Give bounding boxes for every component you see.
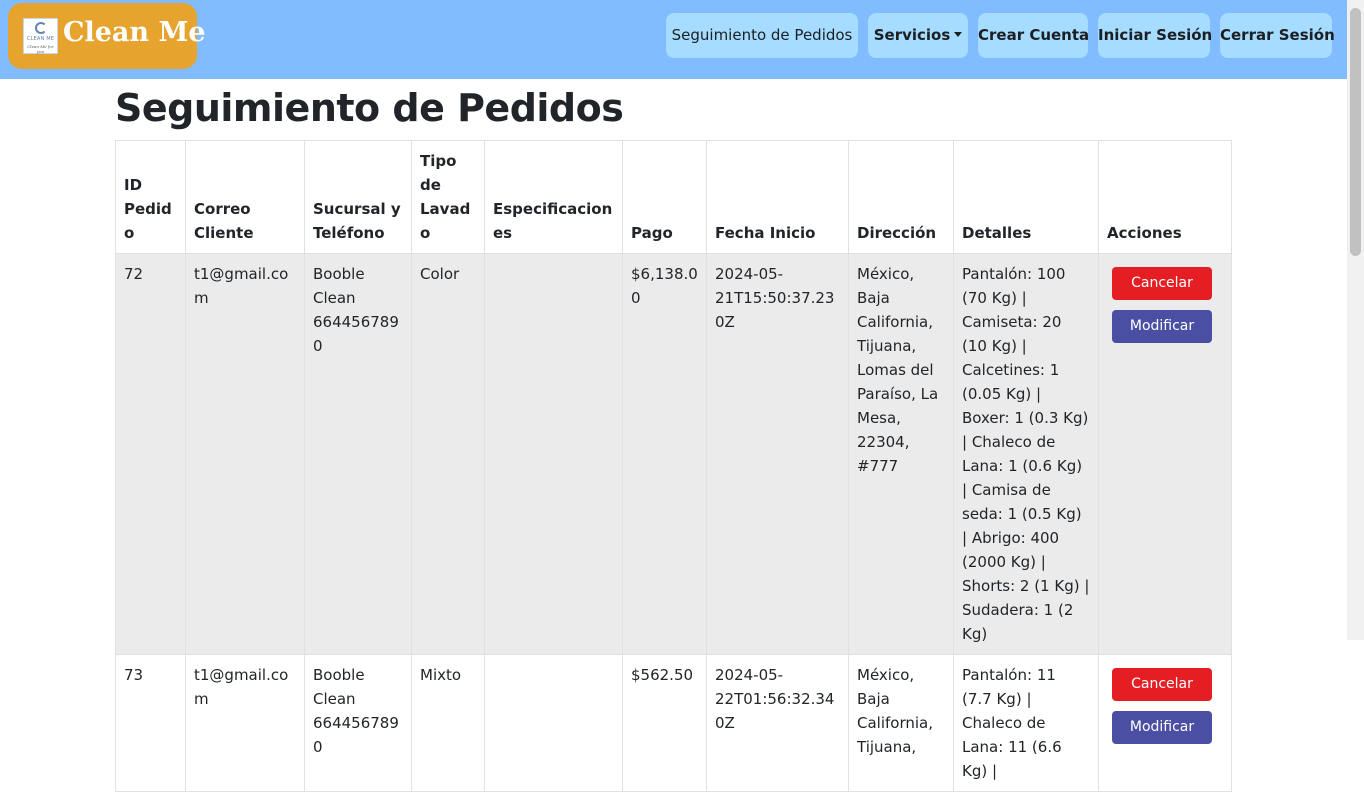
cell-pago: $562.50 bbox=[622, 654, 707, 792]
cell-tipo: Color bbox=[411, 253, 485, 655]
table-header-row: ID Pedido Correo Cliente Sucursal y Telé… bbox=[115, 140, 1232, 254]
clean-me-logo-icon: CLEAN ME Clean Me for you bbox=[23, 18, 58, 54]
nav-seguimiento-pedidos[interactable]: Seguimiento de Pedidos bbox=[666, 13, 858, 58]
nav-label: Seguimiento de Pedidos bbox=[671, 26, 853, 44]
cell-detalles: Pantalón: 100 (70 Kg) | Camiseta: 20 (10… bbox=[953, 253, 1099, 655]
table-row: 72 t1@gmail.com Booble Clean 6644567890 … bbox=[115, 253, 1232, 655]
cell-fecha: 2024-05-21T15:50:37.230Z bbox=[706, 253, 849, 655]
cancel-button[interactable]: Cancelar bbox=[1112, 668, 1212, 701]
cell-acciones: Cancelar Modificar bbox=[1098, 253, 1232, 655]
logo-circle bbox=[35, 22, 47, 34]
chevron-down-icon bbox=[954, 32, 963, 37]
vertical-scrollbar[interactable] bbox=[1347, 0, 1364, 640]
brand-name: Clean Me bbox=[63, 17, 206, 48]
nav-label: Servicios bbox=[873, 26, 951, 44]
cell-especificaciones bbox=[484, 654, 623, 792]
header-acciones: Acciones bbox=[1098, 140, 1232, 254]
header-especificaciones: Especificaciones bbox=[484, 140, 623, 254]
header-tipo-lavado: Tipo de Lavado bbox=[411, 140, 485, 254]
cell-detalles: Pantalón: 11 (7.7 Kg) | Chaleco de Lana:… bbox=[953, 654, 1099, 792]
cell-sucursal: Booble Clean 6644567890 bbox=[304, 253, 412, 655]
cell-tipo: Mixto bbox=[411, 654, 485, 792]
cell-direccion: México, Baja California, Tijuana, bbox=[848, 654, 954, 792]
modify-button[interactable]: Modificar bbox=[1112, 310, 1212, 343]
table-row: 73 t1@gmail.com Booble Clean 6644567890 … bbox=[115, 654, 1232, 792]
cell-pago: $6,138.00 bbox=[622, 253, 707, 655]
cell-correo: t1@gmail.com bbox=[185, 654, 305, 792]
logo-tagline: Clean Me for you bbox=[27, 44, 54, 54]
cell-sucursal: Booble Clean 6644567890 bbox=[304, 654, 412, 792]
orders-table: ID Pedido Correo Cliente Sucursal y Telé… bbox=[115, 140, 1232, 792]
cell-correo: t1@gmail.com bbox=[185, 253, 305, 655]
cell-fecha: 2024-05-22T01:56:32.340Z bbox=[706, 654, 849, 792]
nav-servicios-dropdown[interactable]: Servicios bbox=[868, 13, 968, 58]
cell-id: 72 bbox=[115, 253, 186, 655]
logo-text: CLEAN ME bbox=[26, 36, 55, 42]
header-detalles: Detalles bbox=[953, 140, 1099, 254]
nav-cerrar-sesion[interactable]: Cerrar Sesión bbox=[1220, 13, 1335, 58]
scrollbar-thumb[interactable] bbox=[1350, 8, 1361, 256]
nav-label: Cerrar Sesión bbox=[1220, 26, 1335, 44]
cell-acciones: Cancelar Modificar bbox=[1098, 654, 1232, 792]
navbar: CLEAN ME Clean Me for you Clean Me Segui… bbox=[0, 0, 1347, 79]
cancel-button[interactable]: Cancelar bbox=[1112, 267, 1212, 300]
cell-especificaciones bbox=[484, 253, 623, 655]
page-title: Seguimiento de Pedidos bbox=[115, 86, 624, 130]
header-fecha-inicio: Fecha Inicio bbox=[706, 140, 849, 254]
header-correo-cliente: Correo Cliente bbox=[185, 140, 305, 254]
header-sucursal-telefono: Sucursal y Teléfono bbox=[304, 140, 412, 254]
cell-direccion: México, Baja California, Tijuana, Lomas … bbox=[848, 253, 954, 655]
header-direccion: Dirección bbox=[848, 140, 954, 254]
nav-iniciar-sesion[interactable]: Iniciar Sesión bbox=[1098, 13, 1213, 58]
nav-label: Iniciar Sesión bbox=[1098, 26, 1213, 44]
brand-logo-button[interactable]: CLEAN ME Clean Me for you Clean Me bbox=[8, 3, 206, 69]
header-pago: Pago bbox=[622, 140, 707, 254]
modify-button[interactable]: Modificar bbox=[1112, 711, 1212, 744]
nav-crear-cuenta[interactable]: Crear Cuenta bbox=[978, 13, 1090, 58]
cell-id: 73 bbox=[115, 654, 186, 792]
header-id-pedido: ID Pedido bbox=[115, 140, 186, 254]
nav-label: Crear Cuenta bbox=[978, 26, 1090, 44]
